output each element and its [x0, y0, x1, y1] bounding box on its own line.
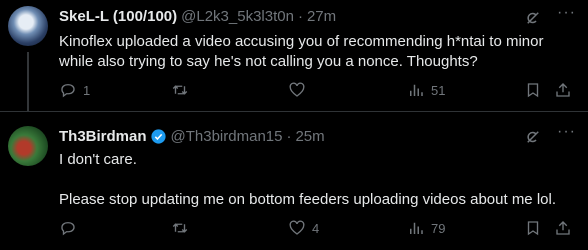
retweet-button[interactable] [171, 81, 195, 99]
separator-dot: · [297, 8, 303, 25]
bookmark-button[interactable] [524, 219, 542, 237]
tweet-header: Th3Birdman @Th3birdman15 · 25m [59, 128, 325, 145]
reply-button[interactable] [59, 219, 83, 237]
thread-connector-line [27, 52, 29, 112]
tweet-text-line: Please stop updating me on bottom feeder… [59, 191, 556, 208]
bookmark-icon [527, 221, 539, 236]
retweet-icon [172, 85, 188, 95]
like-count: 4 [312, 220, 320, 236]
share-icon [556, 221, 570, 235]
reply-icon [61, 84, 75, 98]
retweet-button[interactable] [171, 219, 195, 237]
user-handle[interactable]: @Th3birdman15 [171, 128, 283, 145]
views-button[interactable]: 79 [407, 219, 445, 237]
avatar[interactable] [8, 126, 48, 166]
views-button[interactable]: 51 [407, 81, 445, 99]
heart-icon [289, 220, 305, 235]
like-button[interactable] [288, 81, 312, 99]
more-icon[interactable]: ··· [557, 4, 576, 22]
like-button[interactable]: 4 [288, 219, 319, 237]
avatar[interactable] [8, 6, 48, 46]
timestamp[interactable]: 25m [295, 128, 324, 145]
more-icon[interactable]: ··· [557, 123, 576, 141]
tweet[interactable]: Th3Birdman @Th3birdman15 · 25m ··· I don… [0, 112, 588, 250]
tweet-text-line: I don't care. [59, 151, 137, 168]
views-count: 51 [431, 82, 446, 98]
verified-badge-icon[interactable] [150, 128, 167, 145]
reply-icon [61, 222, 75, 236]
share-button[interactable] [554, 219, 572, 237]
views-icon [410, 84, 423, 96]
action-bar: 1 51 [59, 81, 579, 101]
share-button[interactable] [554, 81, 572, 99]
action-bar: 4 79 [59, 219, 579, 239]
tweet-text: Kinoflex uploaded a video accusing you o… [59, 32, 579, 72]
bookmark-icon [527, 83, 539, 98]
tweet-text: I don't care. Please stop updating me on… [59, 150, 579, 210]
user-handle[interactable]: @L2k3_5k3l3t0n [181, 8, 294, 25]
share-icon [556, 83, 570, 97]
grok-icon[interactable] [524, 128, 542, 146]
bookmark-button[interactable] [524, 81, 542, 99]
reply-button[interactable]: 1 [59, 81, 90, 99]
views-icon [410, 222, 423, 234]
separator-dot: · [286, 128, 292, 145]
display-name[interactable]: SkeL-L (100/100) [59, 8, 177, 25]
timestamp[interactable]: 27m [307, 8, 336, 25]
tweet-header: SkeL-L (100/100) @L2k3_5k3l3t0n · 27m [59, 8, 336, 25]
tweet[interactable]: SkeL-L (100/100) @L2k3_5k3l3t0n · 27m ··… [0, 0, 588, 112]
tweet-text-line: Kinoflex uploaded a video accusing you o… [59, 33, 544, 70]
heart-icon [289, 82, 305, 97]
display-name[interactable]: Th3Birdman [59, 128, 147, 145]
reply-count: 1 [83, 82, 91, 98]
grok-icon[interactable] [524, 9, 542, 27]
views-count: 79 [431, 220, 446, 236]
retweet-icon [172, 223, 188, 233]
